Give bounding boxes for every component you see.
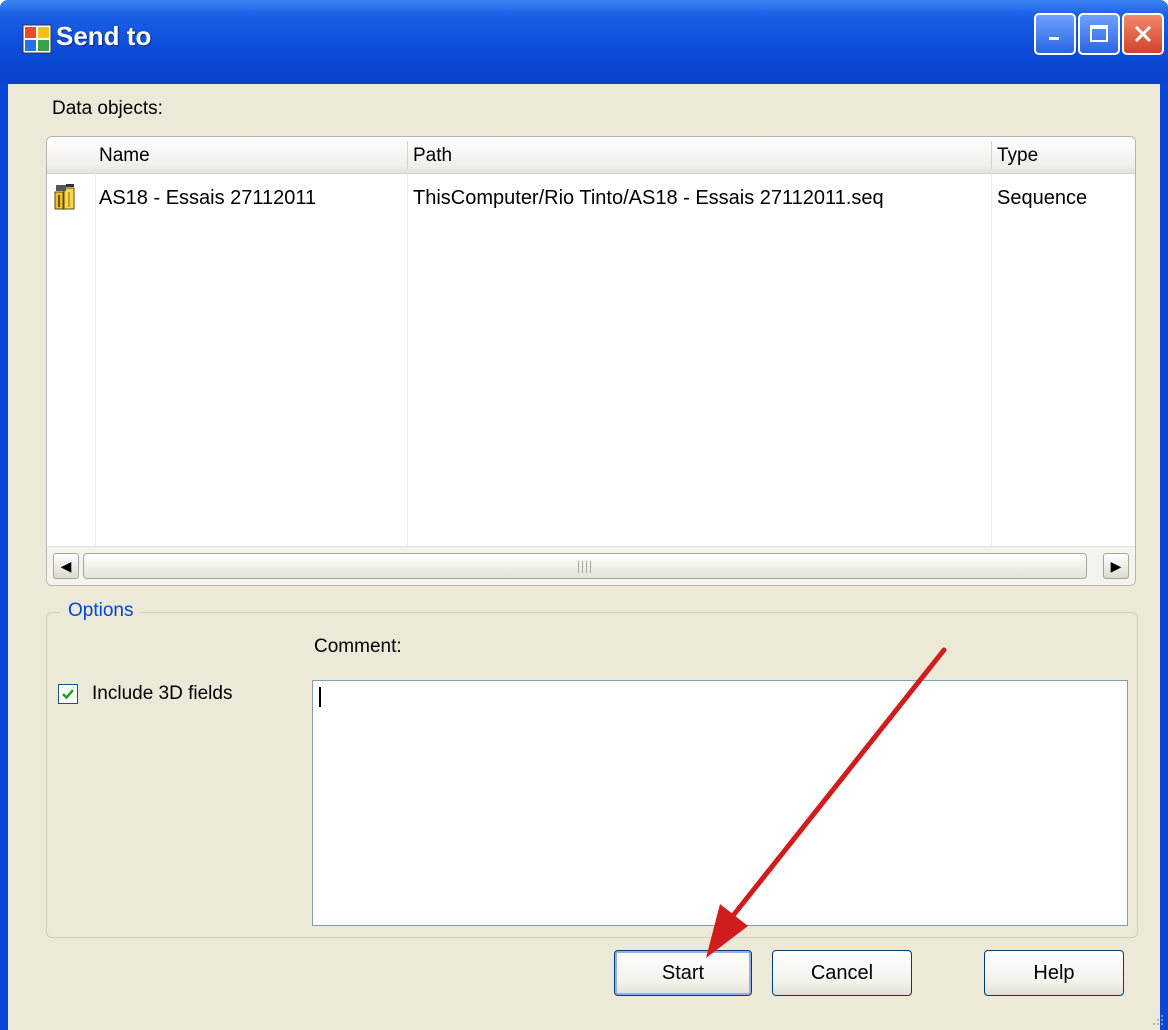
app-icon bbox=[22, 24, 52, 54]
close-button[interactable] bbox=[1122, 13, 1164, 55]
help-button[interactable]: Help bbox=[984, 950, 1124, 996]
column-divider bbox=[991, 173, 992, 547]
row-path: ThisComputer/Rio Tinto/AS18 - Essais 271… bbox=[413, 187, 884, 209]
horizontal-scrollbar[interactable]: ◀ ▶ bbox=[47, 546, 1135, 585]
include-3d-label[interactable]: Include 3D fields bbox=[92, 683, 232, 705]
data-objects-list[interactable]: Name Path Type AS18 - Essais 27112011 Th… bbox=[46, 136, 1136, 586]
comment-textarea[interactable] bbox=[312, 680, 1128, 926]
maximize-icon bbox=[1080, 15, 1118, 53]
checkmark-icon bbox=[62, 689, 74, 700]
list-header: Name Path Type bbox=[47, 137, 1135, 174]
chevron-right-icon: ▶ bbox=[1110, 557, 1122, 574]
column-separator[interactable] bbox=[407, 141, 408, 169]
window-title: Send to bbox=[56, 21, 152, 51]
text-caret bbox=[319, 687, 321, 707]
column-separator[interactable] bbox=[991, 141, 992, 169]
scroll-right-button[interactable]: ▶ bbox=[1103, 553, 1129, 579]
row-type: Sequence bbox=[997, 187, 1088, 209]
resize-grip-icon[interactable] bbox=[1150, 1012, 1164, 1026]
column-divider bbox=[95, 173, 96, 547]
chevron-left-icon: ◀ bbox=[60, 557, 72, 574]
minimize-button[interactable] bbox=[1034, 13, 1076, 55]
column-header-path[interactable]: Path bbox=[413, 145, 452, 167]
title-bar[interactable]: Send to bbox=[0, 0, 1168, 84]
minimize-icon bbox=[1036, 15, 1074, 53]
scrollbar-thumb[interactable] bbox=[83, 553, 1087, 579]
comment-label: Comment: bbox=[314, 636, 402, 657]
maximize-button[interactable] bbox=[1078, 13, 1120, 55]
include-3d-checkbox[interactable] bbox=[58, 684, 78, 704]
close-icon bbox=[1124, 15, 1162, 53]
grip-icon bbox=[578, 561, 592, 573]
scroll-left-button[interactable]: ◀ bbox=[53, 553, 79, 579]
cancel-button[interactable]: Cancel bbox=[772, 950, 912, 996]
sequence-icon bbox=[54, 184, 75, 210]
start-button[interactable]: Start bbox=[614, 950, 752, 996]
column-header-type[interactable]: Type bbox=[997, 145, 1038, 167]
row-name: AS18 - Essais 27112011 bbox=[99, 187, 317, 209]
data-objects-label: Data objects: bbox=[52, 98, 163, 119]
column-header-name[interactable]: Name bbox=[99, 145, 150, 167]
column-divider bbox=[407, 173, 408, 547]
options-group-title: Options bbox=[60, 600, 142, 622]
